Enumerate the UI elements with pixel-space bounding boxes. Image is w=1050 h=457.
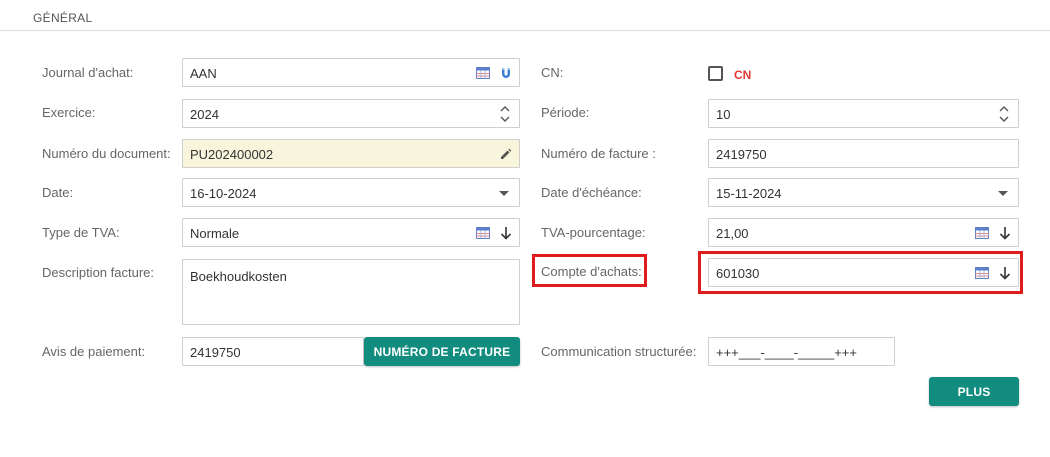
avis-label: Avis de paiement:	[42, 344, 146, 359]
date-value: 16-10-2024	[190, 186, 257, 201]
type-tva-field[interactable]: Normale	[182, 218, 520, 247]
document-field[interactable]: PU202400002	[182, 139, 520, 168]
caret-down-icon[interactable]	[499, 191, 509, 196]
date-label: Date:	[42, 185, 74, 200]
periode-label: Période:	[541, 105, 590, 120]
pencil-icon[interactable]	[498, 146, 513, 162]
exercice-field[interactable]: 2024	[182, 99, 520, 128]
plus-button[interactable]: PLUS	[929, 377, 1019, 406]
periode-field[interactable]: 10	[708, 99, 1019, 128]
journal-field[interactable]: AAN	[182, 58, 520, 87]
echeance-label: Date d'échéance:	[541, 185, 642, 200]
tva-pct-label: TVA-pourcentage:	[541, 225, 646, 240]
table-icon[interactable]	[475, 225, 490, 241]
document-label: Numéro du document:	[42, 146, 171, 161]
avis-value: 2419750	[190, 345, 241, 360]
numero-facture-value: 2419750	[716, 147, 767, 162]
echeance-value: 15-11-2024	[716, 186, 782, 201]
description-textarea[interactable]: Boekhoudkosten	[182, 259, 520, 325]
date-field[interactable]: 16-10-2024	[182, 178, 520, 207]
exercice-value: 2024	[190, 107, 219, 122]
communication-label: Communication structurée:	[541, 344, 697, 359]
communication-field[interactable]: +++___-____-_____+++	[708, 337, 895, 366]
journal-label: Journal d'achat:	[42, 65, 134, 80]
caret-down-icon[interactable]	[998, 191, 1008, 196]
arrow-down-icon[interactable]	[997, 225, 1012, 241]
cn-checkbox[interactable]	[708, 66, 723, 81]
description-label: Description facture:	[42, 265, 154, 280]
spinner-icon[interactable]	[999, 104, 1009, 124]
section-title: GÉNÉRAL	[33, 11, 93, 25]
type-tva-label: Type de TVA:	[42, 225, 120, 240]
spinner-icon[interactable]	[500, 104, 510, 124]
type-tva-value: Normale	[190, 226, 240, 241]
arrow-down-icon[interactable]	[498, 225, 513, 241]
compte-field-highlight	[698, 251, 1023, 294]
periode-value: 10	[716, 107, 731, 122]
table-icon[interactable]	[974, 225, 989, 241]
section-header: GÉNÉRAL	[0, 0, 1050, 31]
numero-facture-button[interactable]: NUMÉRO DE FACTURE	[364, 337, 520, 366]
numero-facture-field[interactable]: 2419750	[708, 139, 1019, 168]
tva-pct-field[interactable]: 21,00	[708, 218, 1019, 247]
communication-value: +++___-____-_____+++	[716, 345, 857, 360]
exercice-label: Exercice:	[42, 105, 96, 120]
journal-value: AAN	[190, 66, 217, 81]
numero-facture-label: Numéro de facture :	[541, 146, 656, 161]
compte-label-highlight	[532, 254, 647, 287]
echeance-field[interactable]: 15-11-2024	[708, 178, 1019, 207]
cn-checkbox-label: CN	[734, 68, 752, 82]
table-icon[interactable]	[475, 65, 490, 81]
magnet-icon[interactable]	[498, 65, 513, 81]
document-value: PU202400002	[190, 147, 274, 162]
cn-label: CN:	[541, 65, 564, 80]
avis-field[interactable]: 2419750	[182, 337, 364, 366]
tva-pct-value: 21,00	[716, 226, 749, 241]
description-value: Boekhoudkosten	[190, 269, 287, 284]
